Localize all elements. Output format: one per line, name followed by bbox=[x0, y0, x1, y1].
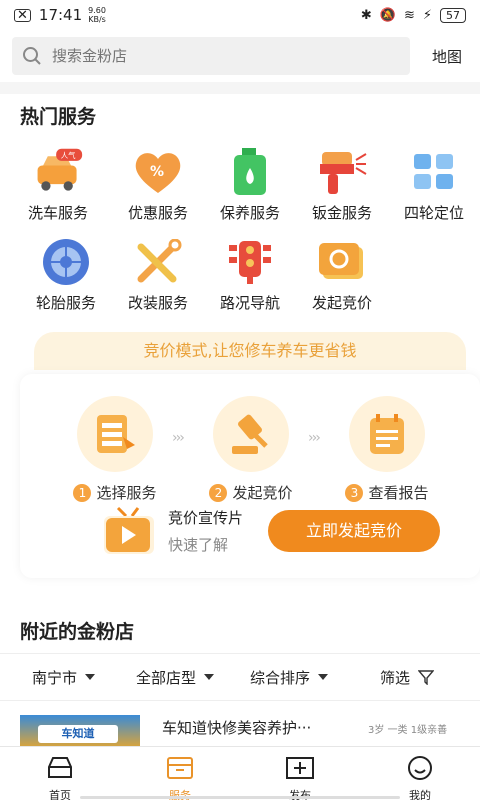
service-sheet-metal[interactable]: 钣金服务 bbox=[296, 146, 388, 223]
service-label: 轮胎服务 bbox=[35, 294, 96, 312]
svg-text:%: % bbox=[150, 164, 164, 180]
section-title: 热门服务 bbox=[20, 106, 97, 128]
search-header: 地图 bbox=[0, 30, 480, 82]
promo-video[interactable]: 竞价宣传片 快速了解 bbox=[102, 506, 243, 556]
badge-text: 人气 bbox=[61, 150, 76, 160]
service-label: 发起竞价 bbox=[311, 294, 372, 312]
service-label: 洗车服务 bbox=[27, 204, 88, 222]
step-label: 选择服务 bbox=[96, 484, 157, 502]
chevron-right-icon: ››› bbox=[172, 430, 185, 446]
service-label: 保养服务 bbox=[219, 204, 280, 222]
caret-down-icon bbox=[318, 674, 329, 680]
filter-shop-type[interactable]: 全部店型 bbox=[136, 667, 215, 688]
network-speed: 9.60 KB/s bbox=[88, 6, 106, 24]
shop-name: 车知道快修美容养护··· bbox=[162, 719, 312, 737]
shop-image: 车知道 bbox=[20, 715, 140, 747]
gavel-icon bbox=[213, 396, 289, 472]
bid-banner: 竞价模式,让您修车养车更省钱 bbox=[34, 332, 466, 370]
chevron-right-icon: ››› bbox=[308, 430, 321, 446]
bid-step-report: 3 查看报告 bbox=[332, 396, 442, 503]
wrench-icon bbox=[132, 236, 184, 288]
caret-down-icon bbox=[85, 674, 96, 680]
search-icon bbox=[23, 47, 41, 65]
filter-label: 南宁市 bbox=[32, 668, 78, 687]
car-wash-icon: 人气 bbox=[32, 146, 84, 198]
status-bar: ✕ 17:41 9.60 KB/s ✱ 🔕 ≋ ⚡ 57 bbox=[0, 0, 480, 30]
filter-city[interactable]: 南宁市 bbox=[32, 667, 96, 688]
tire-icon bbox=[40, 236, 92, 288]
wifi-icon: ≋ bbox=[403, 7, 415, 23]
service-label: 四轮定位 bbox=[403, 204, 464, 222]
report-icon bbox=[349, 396, 425, 472]
service-car-wash[interactable]: 人气 洗车服务 bbox=[12, 146, 104, 223]
service-label: 改装服务 bbox=[127, 294, 188, 312]
filter-label: 筛选 bbox=[380, 668, 411, 687]
search-box[interactable] bbox=[12, 37, 410, 75]
filter-label: 综合排序 bbox=[250, 668, 311, 687]
bid-step-select: 1 选择服务 bbox=[60, 396, 170, 503]
service-tire[interactable]: 轮胎服务 bbox=[20, 236, 112, 313]
discount-heart-icon: % bbox=[132, 146, 184, 198]
nearby-shops-section: 附近的金粉店 南宁市 全部店型 综合排序 筛选 车知道 车知道快修美容养护···… bbox=[0, 601, 480, 747]
bluetooth-icon: ✱ bbox=[360, 7, 372, 23]
document-icon bbox=[77, 396, 153, 472]
notification-icon: ✕ bbox=[14, 8, 31, 22]
service-label: 优惠服务 bbox=[127, 204, 188, 222]
bottom-tab-bar: 首页 服务 发布 我的 bbox=[0, 746, 480, 800]
step-label: 查看报告 bbox=[368, 484, 429, 502]
step-number: 2 bbox=[209, 483, 228, 502]
start-bid-button[interactable]: 立即发起竞价 bbox=[268, 510, 440, 552]
nearby-title: 附近的金粉店 bbox=[20, 621, 135, 643]
service-navigation[interactable]: 路况导航 bbox=[204, 236, 296, 313]
mute-bell-icon: 🔕 bbox=[379, 7, 396, 23]
search-input[interactable] bbox=[52, 47, 382, 65]
tab-mine[interactable]: 我的 bbox=[380, 755, 460, 800]
service-start-bid[interactable]: 发起竞价 bbox=[296, 236, 388, 313]
step-number: 3 bbox=[345, 483, 364, 502]
caret-down-icon bbox=[204, 674, 215, 680]
spray-gun-icon bbox=[316, 146, 368, 198]
service-modification[interactable]: 改装服务 bbox=[112, 236, 204, 313]
step-label: 发起竞价 bbox=[232, 484, 293, 502]
tab-home[interactable]: 首页 bbox=[20, 755, 100, 800]
video-play-icon bbox=[104, 506, 154, 554]
service-label: 钣金服务 bbox=[311, 204, 372, 222]
bid-step-bid: 2 发起竞价 bbox=[196, 396, 306, 503]
funnel-icon bbox=[418, 670, 435, 685]
shop-tags: 3岁 一类 1级亲善 bbox=[368, 725, 448, 736]
service-box-icon bbox=[167, 757, 193, 779]
gesture-bar[interactable] bbox=[80, 796, 400, 799]
home-car-icon bbox=[48, 757, 72, 778]
map-button[interactable]: 地图 bbox=[432, 46, 468, 67]
bid-icon bbox=[316, 236, 368, 288]
service-label: 路况导航 bbox=[219, 294, 280, 312]
tab-service[interactable]: 服务 bbox=[140, 755, 220, 800]
hot-services-section: 热门服务 人气 洗车服务 % 优惠服务 保养服务 钣金服务 四轮定位 轮胎服务 … bbox=[0, 94, 480, 601]
traffic-light-icon bbox=[224, 236, 276, 288]
filter-more[interactable]: 筛选 bbox=[380, 667, 435, 688]
step-number: 1 bbox=[73, 483, 92, 502]
battery-indicator: 57 bbox=[440, 7, 466, 23]
service-discount[interactable]: % 优惠服务 bbox=[112, 146, 204, 223]
oil-can-icon bbox=[224, 146, 276, 198]
smile-icon bbox=[408, 756, 432, 780]
charging-icon: ⚡ bbox=[422, 7, 432, 23]
add-box-icon bbox=[286, 757, 314, 779]
service-alignment[interactable]: 四轮定位 bbox=[388, 146, 480, 223]
filter-sort[interactable]: 综合排序 bbox=[250, 667, 329, 688]
filter-label: 全部店型 bbox=[136, 668, 197, 687]
filter-bar: 南宁市 全部店型 综合排序 筛选 bbox=[0, 653, 480, 701]
video-subtitle: 快速了解 bbox=[168, 536, 229, 554]
grid-icon bbox=[408, 146, 460, 198]
video-title: 竞价宣传片 bbox=[168, 509, 244, 527]
tab-publish[interactable]: 发布 bbox=[260, 755, 340, 800]
service-maintenance[interactable]: 保养服务 bbox=[204, 146, 296, 223]
bid-card: 1 选择服务 ››› 2 发起竞价 ››› 3 查看报告 竞价宣传片 快速了解 立即发… bbox=[20, 374, 480, 578]
status-time: 17:41 bbox=[38, 6, 83, 24]
